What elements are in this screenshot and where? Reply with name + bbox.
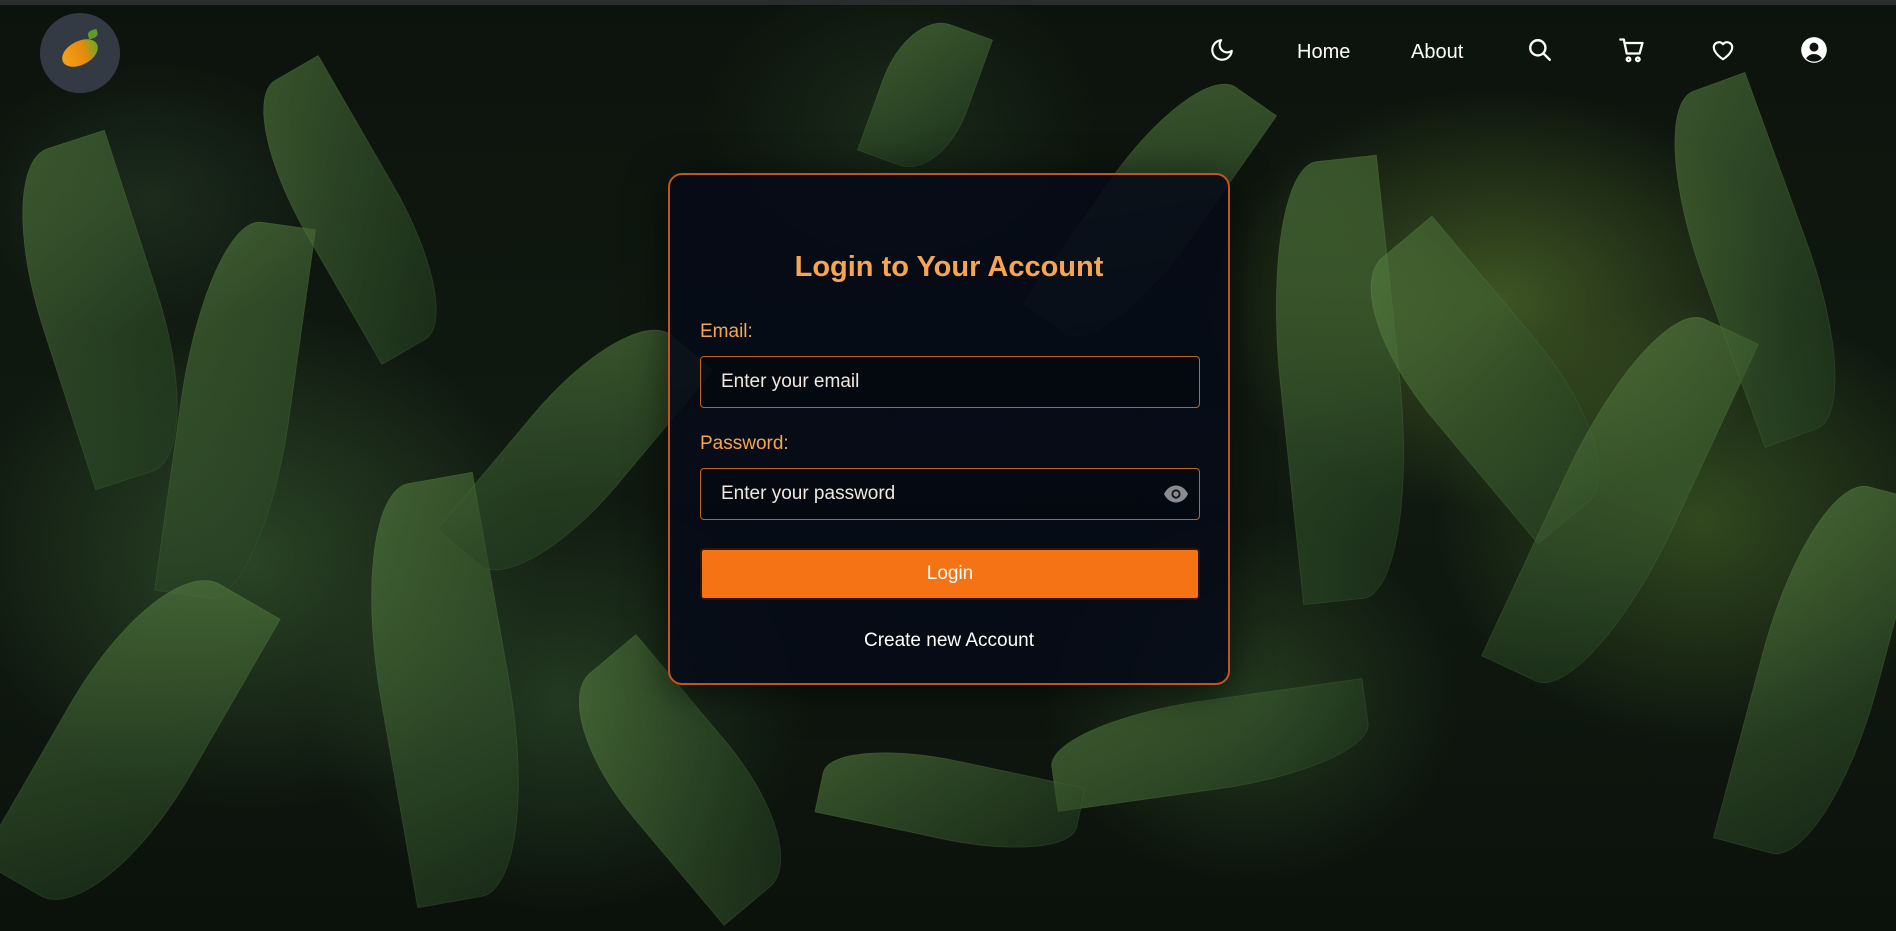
email-field-wrapper (700, 356, 1200, 408)
email-input[interactable] (701, 357, 1199, 407)
nav-about-link[interactable]: About (1411, 41, 1463, 64)
background-leaf (1712, 470, 1896, 870)
show-password-eye-icon[interactable] (1163, 484, 1189, 504)
heart-icon[interactable] (1708, 35, 1738, 65)
nav-home-link[interactable]: Home (1297, 41, 1350, 64)
mango-logo-icon (58, 35, 102, 71)
create-account-link[interactable]: Create new Account (670, 630, 1228, 652)
background-leaf (814, 733, 1086, 867)
login-title: Login to Your Account (794, 251, 1104, 283)
password-label: Password: (700, 433, 789, 454)
background-leaf (0, 549, 281, 931)
password-input[interactable] (701, 469, 1199, 519)
search-icon[interactable] (1525, 35, 1555, 65)
email-label: Email: (700, 321, 753, 342)
login-card: Login to Your Account Email: Password: L… (668, 173, 1230, 685)
user-icon[interactable] (1799, 35, 1829, 65)
moon-icon[interactable] (1207, 35, 1237, 65)
top-navbar: Home About (0, 5, 1896, 95)
background-leaf (1257, 154, 1423, 606)
background-leaf (1045, 678, 1375, 812)
login-button[interactable]: Login (700, 548, 1200, 600)
cart-icon[interactable] (1617, 35, 1647, 65)
brand-logo[interactable] (40, 13, 120, 93)
password-field-wrapper (700, 468, 1200, 520)
background-leaf (154, 214, 316, 606)
